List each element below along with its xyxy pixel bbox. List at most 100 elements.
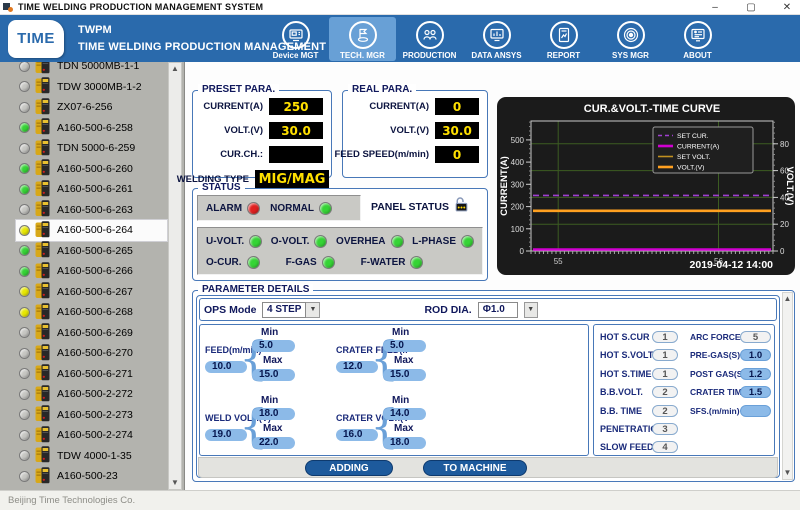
status-panel: STATUS ALARM NORMAL PANEL STATUS U-VOLT.… (192, 188, 488, 281)
min-value-pill[interactable]: 18.0 (252, 408, 295, 420)
welder-machine-icon (35, 76, 50, 97)
adding-button[interactable]: ADDING (305, 460, 393, 476)
param-row-volt-v: VOLT.(V)30.0 (195, 122, 323, 139)
minimize-button[interactable]: – (708, 1, 722, 14)
device-item-a160-500-6-270[interactable]: A160-500-6-270 (16, 343, 167, 364)
indicator-o-cur: O-CUR. (206, 256, 260, 269)
device-item-a160-500-6-263[interactable]: A160-500-6-263 (16, 200, 167, 221)
ops-mode-dropdown[interactable]: 4 STEP ▼ (262, 302, 320, 318)
svg-text:200: 200 (511, 203, 525, 212)
nav-item-sys-mgr[interactable]: SYS MGR (597, 17, 664, 61)
param-value-pre-gas-s[interactable]: 1.0 (740, 349, 771, 361)
device-item-tdw-4000-1-35[interactable]: TDW 4000-1-35 (16, 446, 167, 467)
device-item-tdw-3000mb-1-2[interactable]: TDW 3000MB-1-2 (16, 77, 167, 98)
device-label: A160-500-6-265 (57, 245, 133, 257)
min-value-pill[interactable]: 14.0 (383, 408, 426, 420)
slider-feed-m-min: Min5.0FEED(m/min){10.0Max15.0 (205, 328, 305, 388)
max-value-pill[interactable]: 22.0 (252, 437, 295, 449)
scroll-down-icon[interactable]: ▼ (171, 477, 179, 489)
dropdown-arrow-icon[interactable]: ▼ (524, 302, 538, 318)
param-value-b-b-volt[interactable]: 2 (652, 386, 678, 398)
param-value-hot-s-time[interactable]: 1 (652, 368, 678, 380)
device-item-zx07-6-256[interactable]: ZX07-6-256 (16, 97, 167, 118)
nav-item-tech-mgr[interactable]: TECH. MGR (329, 17, 396, 61)
device-item-a160-500-6-269[interactable]: A160-500-6-269 (16, 323, 167, 344)
param-label: CUR.CH.: (220, 149, 263, 160)
device-label: ZX07-6-256 (57, 101, 112, 113)
device-item-a160-500-6-271[interactable]: A160-500-6-271 (16, 364, 167, 385)
ops-mode-value[interactable]: 4 STEP (262, 302, 306, 318)
nav-item-data-ansys[interactable]: DATA ANSYS (463, 17, 530, 61)
real-para-panel: REAL PARA. CURRENT(A)0VOLT.(V)30.0FEED S… (342, 90, 488, 178)
nav-item-production[interactable]: PRODUCTION (396, 17, 463, 61)
device-item-a160-500-6-266[interactable]: A160-500-6-266 (16, 261, 167, 282)
sliders-panel: Min5.0FEED(m/min){10.0Max15.0Min5.0CRATE… (199, 324, 589, 456)
param-row-feed-speed-m-min: FEED SPEED(m/min)0 (345, 146, 479, 163)
svg-text:400: 400 (511, 158, 525, 167)
indicator-u-volt: U-VOLT. (206, 235, 262, 248)
device-item-a160-500-2-273[interactable]: A160-500-2-273 (16, 405, 167, 426)
to-machine-button[interactable]: TO MACHINE (423, 460, 527, 476)
param-value-sfs-m-min[interactable] (740, 405, 771, 417)
device-item-a160-500-6-267[interactable]: A160-500-6-267 (16, 282, 167, 303)
scroll-up-icon[interactable]: ▲ (171, 63, 179, 75)
min-value-pill[interactable]: 5.0 (252, 340, 295, 352)
device-item-a160-500-6-261[interactable]: A160-500-6-261 (16, 179, 167, 200)
param-value-hot-s-volt[interactable]: 1 (652, 349, 678, 361)
param-label: VOLT.(V) (224, 125, 263, 136)
param-value-hot-s-cur[interactable]: 1 (652, 331, 678, 343)
nav-item-device-mgt[interactable]: Device MGT (262, 17, 329, 61)
indicator-led-icon (461, 235, 474, 248)
maximize-button[interactable]: ▢ (744, 1, 758, 14)
indicator-label: L-PHASE (412, 236, 456, 247)
device-label: TDN 5000-6-259 (57, 142, 135, 154)
param-value-penetration[interactable]: 3 (652, 423, 678, 435)
device-item-a160-500-6-260[interactable]: A160-500-6-260 (16, 159, 167, 180)
param-value-b-b-time[interactable]: 2 (652, 405, 678, 417)
scroll-down-icon[interactable]: ▼ (784, 467, 792, 479)
panel-status-label: PANEL STATUS (371, 201, 449, 213)
param-label: CURRENT(A) (203, 101, 263, 112)
current-value-pill[interactable]: 16.0 (336, 429, 378, 441)
device-item-a160-500-6-268[interactable]: A160-500-6-268 (16, 302, 167, 323)
device-item-a160-500-23[interactable]: A160-500-23 (16, 466, 167, 487)
max-value-pill[interactable]: 15.0 (252, 369, 295, 381)
param-value-arc-force[interactable]: 5 (740, 331, 771, 343)
min-value-pill[interactable]: 5.0 (383, 340, 426, 352)
max-value-pill[interactable]: 18.0 (383, 437, 426, 449)
preset-rows: CURRENT(A)250VOLT.(V)30.0CUR.CH.:WELDING… (193, 98, 331, 189)
welder-machine-icon (35, 220, 50, 241)
rod-dia-dropdown[interactable]: Φ1.0 ▼ (478, 302, 538, 318)
device-item-a160-500-6-258[interactable]: A160-500-6-258 (16, 118, 167, 139)
param-value-crater-time-s[interactable]: 1.5 (740, 386, 771, 398)
device-status-led-icon (19, 450, 30, 461)
details-scrollbar[interactable]: ▲ ▼ (782, 292, 793, 480)
max-value-pill[interactable]: 15.0 (383, 369, 426, 381)
svg-text:SET CUR.: SET CUR. (677, 133, 709, 140)
param-value-slow-feed[interactable]: 4 (652, 441, 678, 453)
sidebar-scrollbar[interactable]: ▲ ▼ (168, 62, 182, 490)
nav-label: DATA ANSYS (463, 51, 530, 60)
device-item-a160-500-2-274[interactable]: A160-500-2-274 (16, 425, 167, 446)
dropdown-arrow-icon[interactable]: ▼ (306, 302, 320, 318)
close-button[interactable]: ✕ (780, 1, 794, 14)
rod-dia-value[interactable]: Φ1.0 (478, 302, 518, 318)
scroll-up-icon[interactable]: ▲ (784, 293, 792, 305)
current-value-pill[interactable]: 10.0 (205, 361, 247, 373)
indicator-label: O-CUR. (206, 257, 242, 268)
nav-item-report[interactable]: REPORT (530, 17, 597, 61)
nav-item-about[interactable]: ABOUT (664, 17, 731, 61)
param-value-display: 30.0 (435, 122, 479, 139)
device-item-a160-500-2-272[interactable]: A160-500-2-272 (16, 384, 167, 405)
current-value-pill[interactable]: 19.0 (205, 429, 247, 441)
device-item-a160-500-6-265[interactable]: A160-500-6-265 (16, 241, 167, 262)
param-value-display: 0 (435, 98, 479, 115)
device-item-tdn-5000mb-1-1[interactable]: TDN 5000MB-1-1 (16, 62, 167, 77)
device-item-tdn-5000-6-259[interactable]: TDN 5000-6-259 (16, 138, 167, 159)
device-status-led-icon (19, 143, 30, 154)
param-label-b-b-volt: B.B.VOLT. (600, 387, 643, 397)
device-item-a160-500-6-264[interactable]: A160-500-6-264 (16, 220, 167, 241)
indicator-label: U-VOLT. (206, 236, 244, 247)
param-value-post-gas-s[interactable]: 1.2 (740, 368, 771, 380)
current-value-pill[interactable]: 12.0 (336, 361, 378, 373)
